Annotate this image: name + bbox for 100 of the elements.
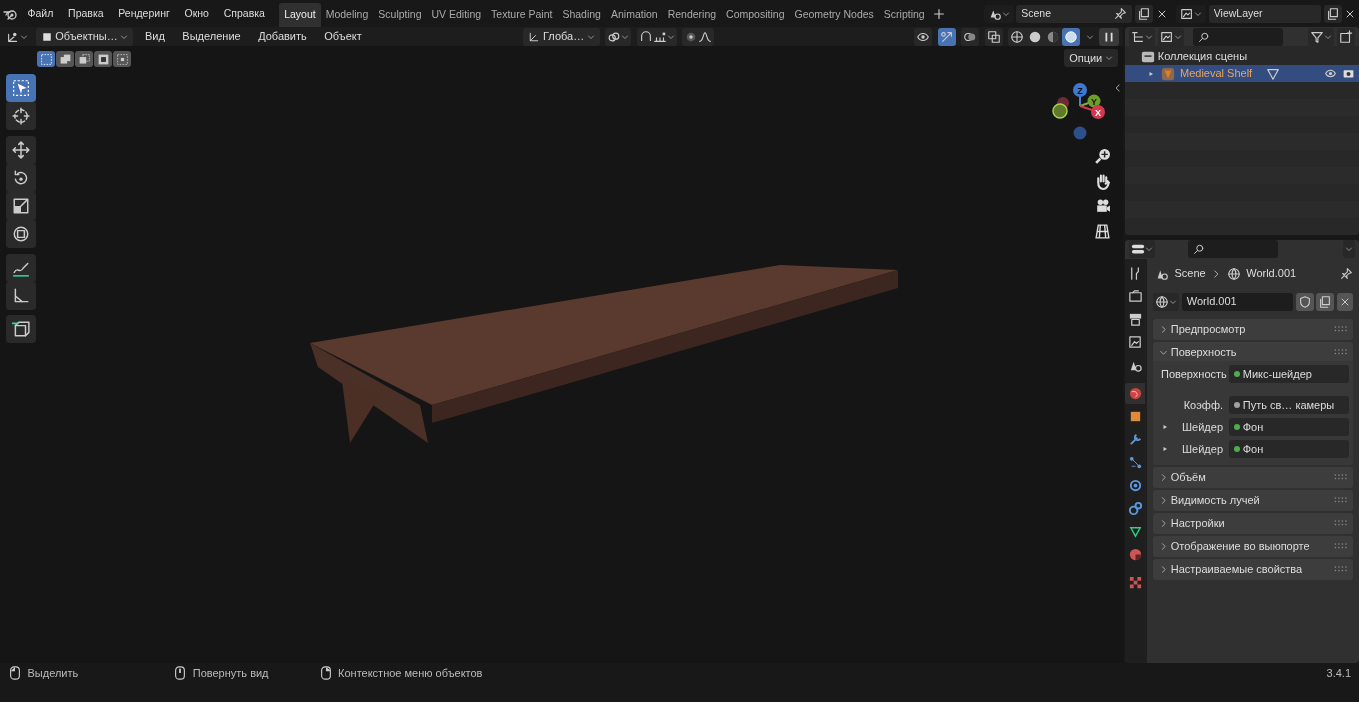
overlay-toggle[interactable] (961, 27, 979, 46)
menu-item[interactable]: Выделение (176, 26, 247, 47)
copy-icon (1137, 6, 1151, 21)
copy-icon (1325, 6, 1340, 21)
gizmo-toggle[interactable] (937, 27, 956, 46)
world-browse-button[interactable] (1153, 292, 1179, 311)
shader-field[interactable]: Путь св… камеры (1229, 396, 1349, 415)
world-name-field[interactable]: World.001 (1181, 292, 1293, 311)
editor-type-button[interactable] (1129, 240, 1155, 259)
workspace-tab[interactable]: Geometry Nodes (789, 3, 879, 27)
workspace-tab[interactable]: Shading (557, 3, 606, 27)
menu-item[interactable]: Добавить (252, 26, 313, 47)
tool-button[interactable] (6, 315, 36, 344)
view-layer-selector[interactable] (1176, 4, 1206, 23)
display-mode-button[interactable] (1157, 27, 1184, 46)
world-icon (1127, 385, 1143, 401)
copy-button[interactable] (1323, 4, 1342, 23)
tool-button[interactable] (6, 253, 36, 282)
select-mode-button[interactable] (75, 51, 93, 67)
editor-type-button[interactable] (1129, 27, 1155, 46)
workspace-tab[interactable]: UV Editing (426, 3, 487, 27)
copy-button[interactable] (1316, 292, 1335, 311)
workspace-tab[interactable]: Scripting (878, 3, 930, 27)
workspace-tab[interactable]: Layout (279, 3, 321, 27)
fake-user-button[interactable] (1295, 292, 1314, 311)
pin-icon[interactable] (1340, 267, 1353, 281)
add-icon[interactable] (932, 6, 947, 21)
panel-header[interactable]: Отображение во выюпорте (1153, 535, 1353, 557)
workspace-tab[interactable]: Rendering (662, 3, 722, 27)
tool-button[interactable] (6, 219, 36, 248)
pivot-dropdown[interactable] (605, 27, 632, 46)
panel-header[interactable]: Видимость лучей (1153, 489, 1353, 511)
copy-button[interactable] (1135, 4, 1153, 23)
menu-item[interactable]: Окно (178, 3, 215, 24)
orientation-dropdown[interactable]: Глоба… (523, 27, 600, 46)
navigation-gizmo[interactable]: Z Y X (1052, 76, 1108, 142)
panel-header[interactable]: Настраиваемые свойства (1153, 558, 1353, 580)
select-mode-button[interactable] (37, 51, 55, 67)
proportional-edit-button[interactable] (682, 27, 715, 46)
filter-button[interactable] (1308, 27, 1335, 46)
pin-icon[interactable] (1114, 7, 1128, 20)
select-extend-icon (58, 52, 72, 66)
visibility-toggle[interactable] (914, 27, 932, 46)
curve-icon (698, 29, 713, 44)
shader-field[interactable]: Фон (1229, 418, 1349, 437)
workspace-tab[interactable]: Compositing (721, 3, 790, 27)
select-invert-icon (96, 52, 110, 66)
menu-item[interactable]: Рендеринг (112, 3, 176, 24)
image-icon (1159, 29, 1174, 44)
panel-header[interactable]: Настройки (1153, 512, 1353, 534)
scene-selector[interactable] (983, 4, 1014, 23)
camera-icon[interactable] (1094, 198, 1111, 215)
properties-tab[interactable] (1125, 382, 1145, 404)
select-mode-button[interactable] (56, 51, 74, 67)
tool-button[interactable] (6, 102, 36, 130)
options-dropdown[interactable]: Опции (1064, 49, 1118, 67)
pause-button[interactable] (1099, 27, 1119, 46)
tool-button[interactable] (6, 135, 36, 164)
panel-header[interactable]: Предпросмотр (1153, 318, 1353, 340)
search-field[interactable] (1187, 240, 1278, 259)
menu-item[interactable]: Файл (21, 3, 60, 24)
collection-icon (1141, 49, 1155, 64)
workspace-tab[interactable]: Sculpting (373, 3, 427, 27)
axes-icon (528, 30, 541, 43)
eye-icon[interactable] (1323, 67, 1337, 80)
tool-button[interactable] (6, 74, 36, 102)
snap-dropdown[interactable] (636, 27, 677, 46)
mode-dropdown[interactable]: Объектны… (35, 27, 134, 46)
outliner-row[interactable]: Medieval Shelf (1125, 65, 1359, 82)
workspace-tab[interactable]: Animation (605, 3, 663, 27)
view-layer-field[interactable]: ViewLayer (1208, 4, 1321, 23)
collapse-icon[interactable] (1113, 83, 1123, 93)
caret-icon (1105, 54, 1113, 62)
panel-header[interactable]: Поверхность (1153, 341, 1353, 363)
menu-item[interactable]: Правка (62, 3, 110, 24)
caret-icon (1194, 9, 1202, 18)
menu-item[interactable]: Объект (318, 26, 368, 47)
panel-header[interactable]: Объём (1153, 466, 1353, 488)
workspace-tab[interactable]: Texture Paint (486, 3, 558, 27)
tool-button[interactable] (6, 281, 36, 310)
magnet-icon (638, 29, 653, 44)
shader-field[interactable]: Микс-шейдер (1229, 365, 1349, 384)
transform-tool-icon (12, 224, 30, 243)
menu-item[interactable]: Вид (138, 26, 171, 47)
grid-icon[interactable] (1094, 223, 1111, 240)
select-mode-button[interactable] (113, 51, 131, 67)
camera-icon[interactable] (1342, 67, 1355, 80)
hand-icon[interactable] (1094, 173, 1111, 190)
workspace-tab[interactable]: Modeling (320, 3, 374, 27)
select-mode-button[interactable] (94, 51, 112, 67)
shading-button[interactable] (1062, 27, 1080, 46)
shader-field[interactable]: Фон (1229, 440, 1349, 459)
menu-item[interactable]: Справка (217, 3, 271, 24)
caret-icon (1324, 32, 1333, 41)
search-field[interactable] (1192, 27, 1283, 46)
xray-toggle[interactable] (984, 27, 1003, 46)
unlink-button[interactable] (1337, 292, 1353, 311)
new-collection-button[interactable] (1337, 27, 1355, 46)
scene-name: Scene (1021, 5, 1053, 21)
zoom-icon[interactable] (1094, 148, 1111, 165)
